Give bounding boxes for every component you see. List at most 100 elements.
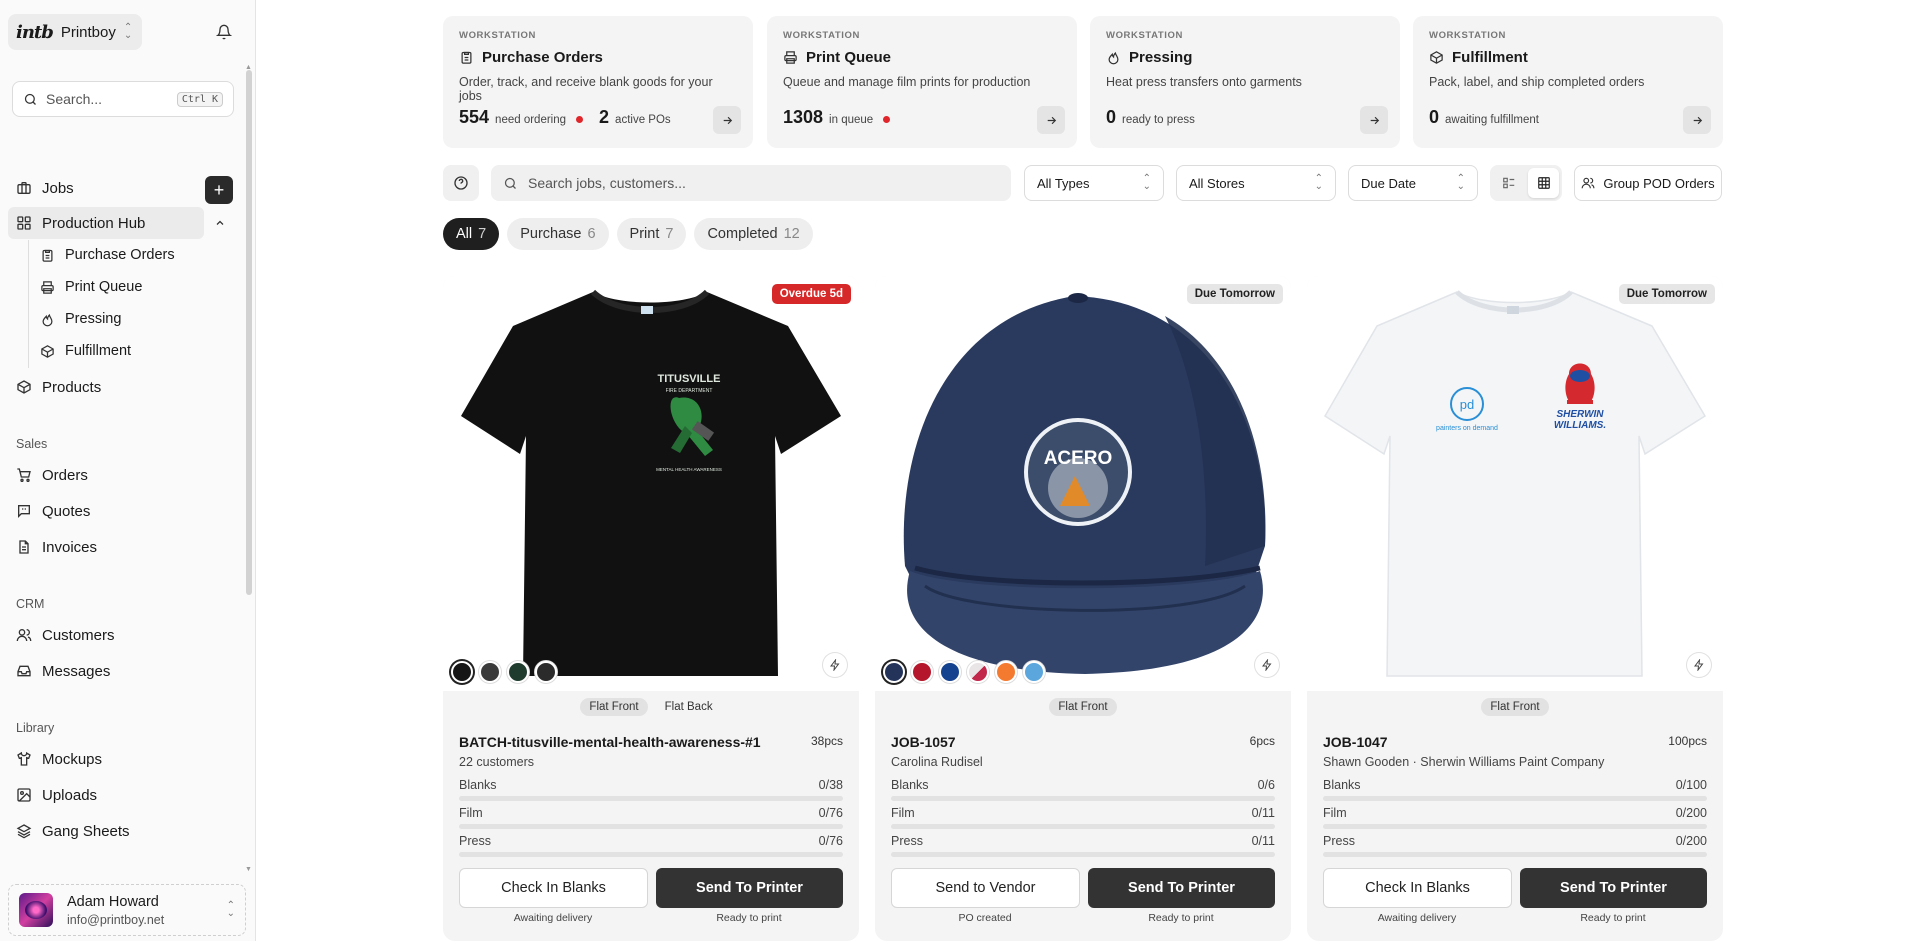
view-tab-flat-front[interactable]: Flat Front [1481,698,1549,716]
job-mockup-image[interactable]: TITUSVILLE FIRE DEPARTMENT MENTAL HEALTH… [443,276,859,691]
send-to-printer-button[interactable]: Send To Printer [1520,868,1707,908]
white-tshirt-mockup: pd painters on demand SHERWIN WILLIAMS. [1323,290,1707,677]
progress-value: 0/11 [1251,834,1275,848]
workstation-description: Heat press transfers onto garments [1106,75,1302,89]
check-in-blanks-button[interactable]: Check In Blanks [1323,868,1512,908]
workspace-switcher[interactable]: intb Printboy ⌃ ⌄ [8,14,143,50]
user-menu[interactable]: Adam Howard info@printboy.net ⌃ ⌄ [8,884,246,936]
workstation-card-pressing[interactable]: WORKSTATION Pressing Heat press transfer… [1090,16,1400,148]
job-card[interactable]: TITUSVILLE FIRE DEPARTMENT MENTAL HEALTH… [443,276,859,941]
sidebar-item-orders[interactable]: Orders [8,459,204,491]
color-swatch[interactable] [507,661,529,683]
job-card[interactable]: ACERO Due Tomorrow Flat Front JOB-1057 6… [875,276,1291,941]
job-mockup-image[interactable]: pd painters on demand SHERWIN WILLIAMS. … [1307,276,1723,691]
help-button[interactable] [443,165,479,201]
progress-label: Blanks [891,778,929,792]
send-to-vendor-button[interactable]: Send to Vendor [891,868,1080,908]
sidebar-item-customers[interactable]: Customers [8,619,204,651]
quick-action-button[interactable] [1255,653,1279,677]
mockup-view-tabs: Flat Front Flat Back [443,698,859,716]
workstation-title-text: Purchase Orders [482,49,603,66]
sidebar-item-mockups[interactable]: Mockups [8,743,204,775]
progress-press: Press 0/200 [1323,834,1707,860]
sidebar-subitem-purchase-orders[interactable]: Purchase Orders [40,241,175,269]
color-swatch[interactable] [939,661,961,683]
sidebar-subitem-print-queue[interactable]: Print Queue [40,273,142,301]
new-job-button[interactable]: + [205,176,233,204]
scroll-down-icon[interactable]: ▼ [245,866,252,873]
jobs-search-input[interactable]: Search jobs, customers... [491,165,1011,201]
list-view-button[interactable] [1493,168,1524,198]
progress-value: 0/200 [1675,834,1707,848]
shirt-icon [17,751,31,766]
sidebar-item-uploads[interactable]: Uploads [8,779,204,811]
chevron-up-down-icon: ⌃ ⌄ [226,900,235,919]
sidebar-item-jobs[interactable]: Jobs [8,172,204,204]
check-in-blanks-button[interactable]: Check In Blanks [459,868,648,908]
color-swatch[interactable] [883,661,905,683]
group-pod-orders-button[interactable]: Group POD Orders [1574,165,1722,201]
open-workstation-button[interactable] [1360,106,1388,134]
trucker-hat-mockup: ACERO [903,293,1266,674]
job-title[interactable]: BATCH-titusville-mental-health-awareness… [459,734,761,750]
global-search[interactable]: Search... Ctrl K [12,81,234,117]
color-swatch[interactable] [479,661,501,683]
workstation-card-fulfillment[interactable]: WORKSTATION Fulfillment Pack, label, and… [1413,16,1723,148]
stat-label: active POs [615,114,671,126]
sidebar-subitem-fulfillment[interactable]: Fulfillment [40,337,131,365]
open-workstation-button[interactable] [1683,106,1711,134]
color-swatch[interactable] [967,661,989,683]
chevron-up-icon[interactable] [214,216,226,234]
users-icon [16,629,32,642]
tab-all[interactable]: All 7 [443,218,500,250]
sidebar-subitem-label: Print Queue [65,279,143,295]
arrow-right-icon [1047,116,1056,124]
tab-purchase[interactable]: Purchase 6 [507,218,609,250]
sidebar-item-invoices[interactable]: Invoices [8,531,204,563]
color-swatches [451,661,557,683]
grid-view-button[interactable] [1528,168,1559,198]
open-workstation-button[interactable] [1037,106,1065,134]
progress-value: 0/11 [1251,806,1275,820]
job-card[interactable]: pd painters on demand SHERWIN WILLIAMS. … [1307,276,1723,941]
job-title[interactable]: JOB-1047 [1323,734,1388,750]
send-to-printer-button[interactable]: Send To Printer [1088,868,1275,908]
open-workstation-button[interactable] [713,106,741,134]
select-value: All Types [1037,175,1090,191]
tab-print[interactable]: Print 7 [616,218,687,250]
color-swatch[interactable] [995,661,1017,683]
quick-action-button[interactable] [1687,653,1711,677]
job-title[interactable]: JOB-1057 [891,734,956,750]
inbox-icon [17,665,31,677]
sidebar-item-gang-sheets[interactable]: Gang Sheets [8,815,204,847]
mockup-view-tabs: Flat Front [875,698,1291,716]
sidebar-item-products[interactable]: Products [8,371,204,403]
sidebar-subitem-pressing[interactable]: Pressing [40,305,121,333]
sidebar-item-messages[interactable]: Messages [8,655,204,687]
view-tab-flat-front[interactable]: Flat Front [1049,698,1117,716]
type-filter-select[interactable]: All Types ⌃ ⌄ [1024,165,1164,201]
sidebar-scrollbar[interactable] [246,70,252,595]
sidebar-item-label: Uploads [42,786,98,804]
sidebar-item-production-hub[interactable]: Production Hub [8,207,204,239]
progress-track [1323,852,1707,857]
job-mockup-image[interactable]: ACERO Due Tomorrow [875,276,1291,691]
job-quantity: 100pcs [1668,734,1707,748]
color-swatch[interactable] [451,661,473,683]
color-swatch[interactable] [1023,661,1045,683]
progress-track [891,796,1275,801]
tab-completed[interactable]: Completed 12 [694,218,813,250]
sort-select[interactable]: Due Date ⌃ ⌄ [1348,165,1478,201]
sidebar-item-quotes[interactable]: Quotes [8,495,204,527]
store-filter-select[interactable]: All Stores ⌃ ⌄ [1176,165,1336,201]
workstation-card-purchase-orders[interactable]: WORKSTATION Purchase Orders Order, track… [443,16,753,148]
bell-icon[interactable] [214,22,234,42]
workstation-card-print-queue[interactable]: WORKSTATION Print Queue Queue and manage… [767,16,1077,148]
color-swatch[interactable] [911,661,933,683]
quick-action-button[interactable] [823,653,847,677]
send-to-printer-button[interactable]: Send To Printer [656,868,843,908]
color-swatch[interactable] [535,661,557,683]
view-tab-flat-front[interactable]: Flat Front [580,698,648,716]
view-tab-flat-back[interactable]: Flat Back [656,698,722,716]
action-note: Awaiting delivery [1377,912,1457,924]
